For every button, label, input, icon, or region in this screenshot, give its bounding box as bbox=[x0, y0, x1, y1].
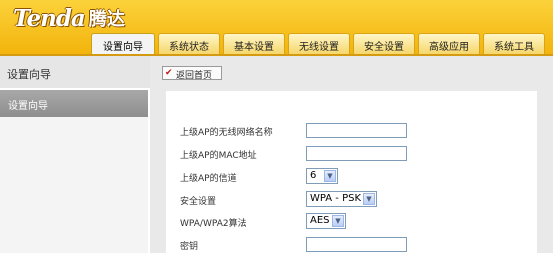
back-home-button[interactable]: ✔ 返回首页 bbox=[162, 66, 222, 81]
tab-label: 系统状态 bbox=[169, 42, 209, 53]
tab-label: 设置向导 bbox=[103, 42, 143, 53]
upstream-channel-label: 上级AP的信道 bbox=[180, 174, 237, 184]
upstream-ssid-label: 上级AP的无线网络名称 bbox=[180, 128, 273, 138]
tab-advanced[interactable]: 高级应用 bbox=[418, 33, 480, 54]
sidebar-item-setup-wizard[interactable]: 设置向导 bbox=[0, 90, 148, 117]
tab-security-settings[interactable]: 安全设置 bbox=[353, 33, 415, 54]
tab-label: 安全设置 bbox=[364, 42, 404, 53]
header-bar: Tenda 腾达 设置向导 系统状态 基本设置 无线设置 安全设置 高级应用 系… bbox=[0, 0, 553, 55]
back-arrow-icon: ✔ bbox=[165, 68, 173, 78]
brand-logo: Tenda 腾达 bbox=[13, 4, 125, 32]
brand-name-cn: 腾达 bbox=[88, 9, 125, 30]
security-mode-select[interactable]: WPA - PSK ▼ bbox=[306, 191, 377, 207]
tab-wireless-settings[interactable]: 无线设置 bbox=[288, 33, 350, 54]
sidebar-panel bbox=[0, 117, 148, 253]
upstream-mac-input[interactable] bbox=[306, 146, 407, 161]
tab-label: 高级应用 bbox=[429, 42, 469, 53]
upstream-ssid-input[interactable] bbox=[306, 123, 407, 138]
wpa-algorithm-select[interactable]: AES ▼ bbox=[306, 213, 346, 229]
tab-label: 无线设置 bbox=[299, 42, 339, 53]
algorithm-label: WPA/WPA2算法 bbox=[180, 219, 247, 229]
back-home-label: 返回首页 bbox=[176, 71, 213, 81]
tab-basic-settings[interactable]: 基本设置 bbox=[223, 33, 285, 54]
sidebar-title: 设置向导 bbox=[7, 68, 51, 81]
sidebar-item-label: 设置向导 bbox=[8, 101, 48, 112]
tab-system-tools[interactable]: 系统工具 bbox=[483, 33, 545, 54]
brand-name: Tenda bbox=[13, 4, 86, 32]
tab-system-status[interactable]: 系统状态 bbox=[158, 33, 220, 54]
select-value: 6 bbox=[310, 170, 317, 181]
key-input[interactable] bbox=[306, 237, 407, 252]
upstream-channel-select[interactable]: 6 ▼ bbox=[306, 168, 338, 184]
tab-label: 系统工具 bbox=[494, 42, 534, 53]
tab-label: 基本设置 bbox=[234, 42, 274, 53]
upstream-mac-label: 上级AP的MAC地址 bbox=[180, 151, 257, 161]
select-value: WPA - PSK bbox=[310, 193, 362, 204]
key-label: 密钥 bbox=[180, 242, 199, 252]
select-value: AES bbox=[310, 215, 330, 226]
security-label: 安全设置 bbox=[180, 197, 217, 207]
chevron-down-icon: ▼ bbox=[324, 170, 336, 182]
chevron-down-icon: ▼ bbox=[332, 215, 344, 227]
tab-setup-wizard[interactable]: 设置向导 bbox=[91, 33, 155, 55]
main-tabs: 设置向导 系统状态 基本设置 无线设置 安全设置 高级应用 系统工具 bbox=[91, 33, 548, 55]
chevron-down-icon: ▼ bbox=[363, 193, 375, 205]
